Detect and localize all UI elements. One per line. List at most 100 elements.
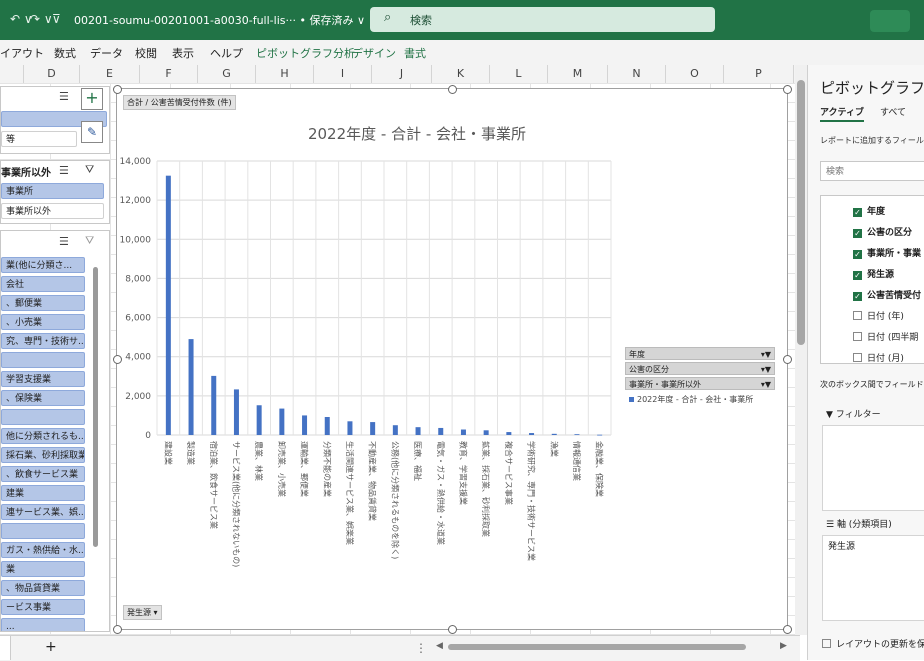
- column-header[interactable]: L: [490, 65, 548, 83]
- slicer-item[interactable]: 事業所以外: [1, 203, 104, 219]
- slicer-item[interactable]: [1, 523, 85, 539]
- tab-view[interactable]: 表示: [172, 45, 194, 61]
- more-options-icon[interactable]: ⋮: [415, 641, 427, 655]
- clear-filter-icon[interactable]: ⛛: [85, 163, 94, 177]
- tab-pivotchart-analyze[interactable]: ピボットグラフ分析: [256, 45, 355, 61]
- add-sheet-button[interactable]: +: [45, 639, 57, 655]
- field-item[interactable]: 日付 (四半期: [853, 330, 918, 343]
- column-header[interactable]: D: [24, 65, 80, 83]
- field-search-input[interactable]: 検索: [820, 161, 924, 181]
- document-title[interactable]: 00201-soumu-00201001-a0030-full-lis··· •…: [74, 12, 365, 28]
- slicer-item[interactable]: 、飲食サービス業: [1, 466, 85, 482]
- filter-dropdown-icon[interactable]: ▾▼: [761, 348, 771, 361]
- slicer-item[interactable]: [1, 409, 85, 425]
- vertical-scroll-thumb[interactable]: [797, 80, 805, 345]
- slicer-item[interactable]: [1, 352, 85, 368]
- tab-review[interactable]: 校閲: [135, 45, 157, 61]
- field-item[interactable]: ✓ 公害苦情受付: [853, 288, 921, 301]
- field-item[interactable]: ✓ 公害の区分: [853, 225, 912, 238]
- field-item[interactable]: 日付 (月): [853, 351, 904, 364]
- slicer-item[interactable]: 業(他に分類さ...: [1, 257, 85, 273]
- column-header[interactable]: I: [314, 65, 372, 83]
- slicer-item[interactable]: ...: [1, 618, 85, 631]
- checkbox-unchecked-icon[interactable]: [853, 353, 862, 362]
- checkbox-checked-icon[interactable]: ✓: [853, 250, 862, 259]
- sheet-tab[interactable]: [0, 636, 11, 660]
- slicer-item[interactable]: 採石業、砂利採取業: [1, 447, 85, 463]
- checkbox-unchecked-icon[interactable]: [853, 311, 862, 320]
- add-icon[interactable]: +: [81, 88, 103, 110]
- resize-handle[interactable]: [448, 85, 457, 94]
- slicer-item[interactable]: ガス・熱供給・水...: [1, 542, 85, 558]
- horizontal-scroll-thumb[interactable]: [448, 644, 746, 650]
- axis-area[interactable]: 発生源: [822, 535, 924, 621]
- legend-field-button-category[interactable]: 公害の区分 ▾▼: [625, 362, 775, 375]
- column-header[interactable]: N: [608, 65, 666, 83]
- format-brush-icon[interactable]: ✎: [81, 121, 103, 143]
- resize-handle[interactable]: [783, 625, 792, 634]
- checkbox-checked-icon[interactable]: ✓: [853, 229, 862, 238]
- slicer-item[interactable]: 連サービス業、娯...: [1, 504, 85, 520]
- column-header[interactable]: E: [80, 65, 140, 83]
- tab-page-layout[interactable]: イアウト: [0, 45, 44, 61]
- tab-all[interactable]: すべて: [880, 105, 906, 118]
- field-item[interactable]: 日付 (年): [853, 309, 904, 322]
- field-item[interactable]: ✓ 発生源: [853, 267, 894, 280]
- multi-select-icon[interactable]: ☰: [59, 90, 69, 103]
- column-header[interactable]: G: [198, 65, 256, 83]
- checkbox-checked-icon[interactable]: ✓: [853, 208, 862, 217]
- search-box[interactable]: ⌕ 検索: [370, 7, 715, 32]
- quick-access-menu-icon[interactable]: ⊽: [52, 12, 61, 26]
- slicer-item[interactable]: 建業: [1, 485, 85, 501]
- multi-select-icon[interactable]: ☰: [59, 235, 69, 248]
- resize-handle[interactable]: [113, 85, 122, 94]
- legend-field-button-year[interactable]: 年度 ▾▼: [625, 347, 775, 360]
- tab-formulas[interactable]: 数式: [54, 45, 76, 61]
- resize-handle[interactable]: [783, 85, 792, 94]
- column-header[interactable]: [0, 65, 24, 83]
- slicer-item[interactable]: 、郵便業: [1, 295, 85, 311]
- slicer-item[interactable]: 業: [1, 561, 85, 577]
- slicer-item[interactable]: ービス事業: [1, 599, 85, 615]
- multi-select-icon[interactable]: ☰: [59, 164, 69, 177]
- column-header[interactable]: P: [724, 65, 794, 83]
- field-item[interactable]: ✓ 事業所・事業: [853, 246, 921, 259]
- filter-dropdown-icon[interactable]: ▾▼: [761, 378, 771, 391]
- slicer-scrollbar[interactable]: [93, 267, 98, 547]
- scroll-right-icon[interactable]: ▶: [780, 641, 787, 651]
- slicer-item[interactable]: 学習支援業: [1, 371, 85, 387]
- tab-active[interactable]: アクティブ: [820, 105, 865, 122]
- checkbox-unchecked-icon[interactable]: [853, 332, 862, 341]
- resize-handle[interactable]: [448, 625, 457, 634]
- scroll-left-icon[interactable]: ◀: [436, 641, 443, 651]
- column-header[interactable]: F: [140, 65, 198, 83]
- legend-entry[interactable]: 2022年度 - 合計 - 会社・事業所: [629, 394, 753, 405]
- checkbox-checked-icon[interactable]: ✓: [853, 292, 862, 301]
- column-header[interactable]: K: [432, 65, 490, 83]
- column-header[interactable]: H: [256, 65, 314, 83]
- defer-layout-update[interactable]: レイアウトの更新を保: [822, 637, 924, 650]
- tab-design[interactable]: デザイン: [352, 45, 396, 61]
- legend-field-button-establishment[interactable]: 事業所・事業所以外 ▾▼: [625, 377, 775, 390]
- slicer-item[interactable]: 、保険業: [1, 390, 85, 406]
- tab-help[interactable]: ヘルプ: [210, 45, 243, 61]
- checkbox-checked-icon[interactable]: ✓: [853, 271, 862, 280]
- filter-dropdown-icon[interactable]: ▾▼: [761, 363, 771, 376]
- filter-area[interactable]: [822, 425, 924, 511]
- axis-field-button[interactable]: 発生源 ▾: [123, 605, 162, 620]
- clear-filter-icon[interactable]: ⛛: [85, 234, 94, 248]
- field-item[interactable]: ✓ 年度: [853, 204, 885, 217]
- column-header[interactable]: J: [372, 65, 432, 83]
- slicer-item[interactable]: 、物品賃貸業: [1, 580, 85, 596]
- checkbox-unchecked-icon[interactable]: [822, 639, 831, 648]
- resize-handle[interactable]: [113, 355, 122, 364]
- slicer-item[interactable]: 究、専門・技術サ...: [1, 333, 85, 349]
- column-header[interactable]: M: [548, 65, 608, 83]
- tab-format[interactable]: 書式: [404, 45, 426, 61]
- tab-data[interactable]: データ: [90, 45, 123, 61]
- slicer-item[interactable]: 会社: [1, 276, 85, 292]
- account-avatar[interactable]: [870, 10, 910, 32]
- slicer-item[interactable]: 他に分類されるも...: [1, 428, 85, 444]
- axis-field-item[interactable]: 発生源: [828, 539, 855, 552]
- resize-handle[interactable]: [783, 355, 792, 364]
